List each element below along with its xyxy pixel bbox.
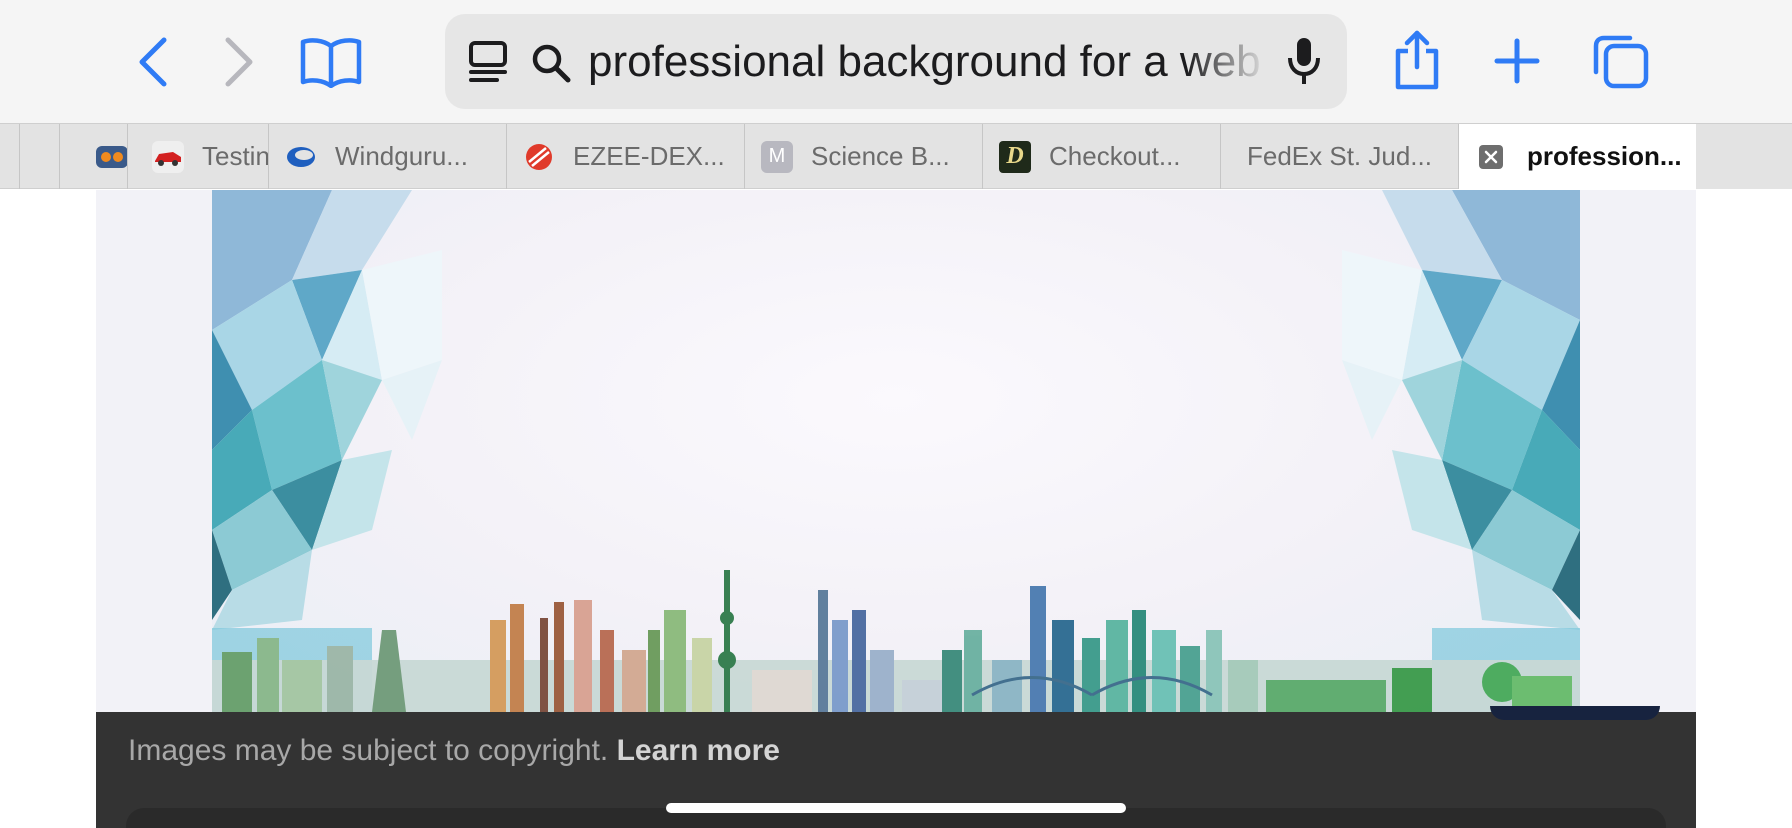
blue-swirl-icon — [285, 141, 317, 173]
tab-science[interactable]: M Science B... — [745, 124, 983, 189]
d-letter-glyph: D — [1006, 143, 1024, 169]
tab-label: Windguru... — [335, 141, 468, 171]
tab-label: Science B... — [811, 141, 950, 171]
tabs-overview-icon — [1593, 35, 1649, 89]
page-menu-icon[interactable] — [467, 40, 511, 89]
close-icon — [1484, 150, 1498, 163]
search-result-image[interactable] — [212, 190, 1580, 712]
search-query-text[interactable]: professional background for a web — [588, 14, 1268, 109]
tab-blank[interactable] — [0, 124, 20, 189]
orange-dots-icon — [96, 145, 127, 168]
chevron-left-icon — [139, 37, 167, 87]
back-button[interactable] — [128, 32, 178, 92]
city-skyline-polygon-image — [212, 190, 1580, 712]
skyline — [212, 570, 1580, 712]
tab-windguru[interactable]: Windguru... — [269, 124, 507, 189]
tab-label: Testin — [202, 141, 268, 171]
share-button[interactable] — [1390, 28, 1444, 92]
d-logo-icon: D — [999, 140, 1031, 173]
tabs-overview-button[interactable] — [1592, 34, 1650, 90]
forward-button[interactable] — [214, 32, 264, 92]
tab-label: Checkout... — [1049, 141, 1181, 171]
tab-orange[interactable] — [60, 124, 128, 189]
tab-ezee-dex[interactable]: EZEE-DEX... — [507, 124, 745, 189]
red-stripes-icon — [523, 141, 555, 173]
tab-professional-active[interactable]: profession... — [1459, 124, 1696, 189]
tab-testing[interactable]: Testin — [128, 124, 269, 189]
book-icon — [300, 38, 362, 88]
bookmarks-button[interactable] — [296, 32, 366, 92]
copyright-notice: Images may be subject to copyright. Lear… — [128, 730, 780, 772]
home-indicator[interactable] — [666, 803, 1126, 813]
search-icon — [530, 42, 572, 89]
tab-strip: Testin Windguru... EZEE-DEX... M Science… — [0, 123, 1792, 189]
address-bar[interactable]: professional background for a web — [445, 14, 1347, 109]
tab-checkout[interactable]: D Checkout... — [983, 124, 1221, 189]
tab-label: FedEx St. Jud... — [1247, 141, 1432, 171]
share-icon — [1395, 30, 1439, 90]
copyright-text: Images may be subject to copyright. — [128, 734, 609, 767]
plus-icon — [1494, 38, 1540, 84]
tab-label: profession... — [1527, 141, 1682, 171]
tab-strip-empty-area — [1696, 124, 1792, 189]
m-letter-glyph: M — [768, 145, 786, 167]
close-tab-button[interactable] — [1479, 144, 1503, 169]
sheet-button-edge[interactable] — [1490, 706, 1660, 720]
microphone-icon[interactable] — [1287, 36, 1321, 93]
red-car-icon — [152, 140, 184, 173]
tab-pinned-1[interactable] — [20, 124, 60, 189]
new-tab-button[interactable] — [1492, 36, 1542, 86]
m-letter-icon: M — [761, 140, 793, 173]
tab-fedex[interactable]: FedEx St. Jud... — [1221, 124, 1459, 189]
browser-toolbar: professional background for a web — [0, 0, 1792, 123]
learn-more-link[interactable]: Learn more — [617, 734, 780, 767]
chevron-right-icon — [225, 37, 253, 87]
tab-label: EZEE-DEX... — [573, 141, 725, 171]
